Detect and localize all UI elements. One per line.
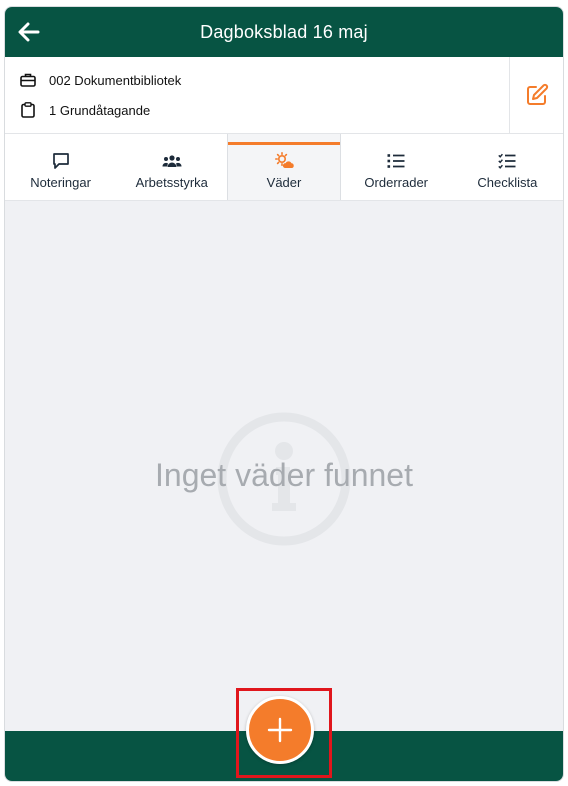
project-label: 002 Dokumentbibliotek (49, 72, 182, 88)
tab-arbetsstyrka[interactable]: Arbetsstyrka (116, 134, 227, 200)
commitment-row: 1 Grundåtagande (19, 101, 150, 119)
tab-noteringar[interactable]: Noteringar (5, 134, 116, 200)
tab-vader[interactable]: Väder (227, 134, 341, 200)
diary-info-card: 002 Dokumentbibliotek 1 Grundåtagande (5, 57, 563, 134)
edit-button[interactable] (509, 57, 563, 133)
plus-icon (267, 717, 293, 743)
empty-state-message: Inget väder funnet (155, 457, 413, 493)
checklist-icon (498, 151, 516, 171)
tab-label: Arbetsstyrka (135, 174, 208, 190)
top-bar: Dagboksblad 16 maj (5, 7, 563, 57)
arrow-left-icon (18, 22, 40, 42)
users-icon (162, 151, 182, 171)
tab-orderrader[interactable]: Orderrader (341, 134, 452, 200)
tab-label: Noteringar (30, 174, 91, 190)
list-icon (387, 151, 405, 171)
project-row: 002 Dokumentbibliotek (19, 71, 181, 89)
speech-bubble-icon (52, 151, 70, 171)
app-window: Dagboksblad 16 maj 002 Dokumentbibliotek… (4, 6, 564, 782)
back-button[interactable] (15, 18, 43, 46)
weather-panel: Inget väder funnet (5, 201, 563, 733)
briefcase-icon (19, 71, 37, 89)
commitment-label: 1 Grundåtagande (49, 102, 151, 118)
tab-checklista[interactable]: Checklista (452, 134, 563, 200)
tab-label: Checklista (477, 174, 538, 190)
tab-bar: Noteringar Arbetsstyrka Väder Orderrader… (5, 134, 563, 201)
page-title: Dagboksblad 16 maj (200, 21, 368, 42)
tab-label: Väder (266, 174, 302, 190)
weather-icon (274, 151, 294, 171)
tab-label: Orderrader (364, 174, 428, 190)
edit-icon (526, 83, 548, 105)
add-button[interactable] (246, 696, 314, 764)
clipboard-icon (19, 101, 37, 119)
